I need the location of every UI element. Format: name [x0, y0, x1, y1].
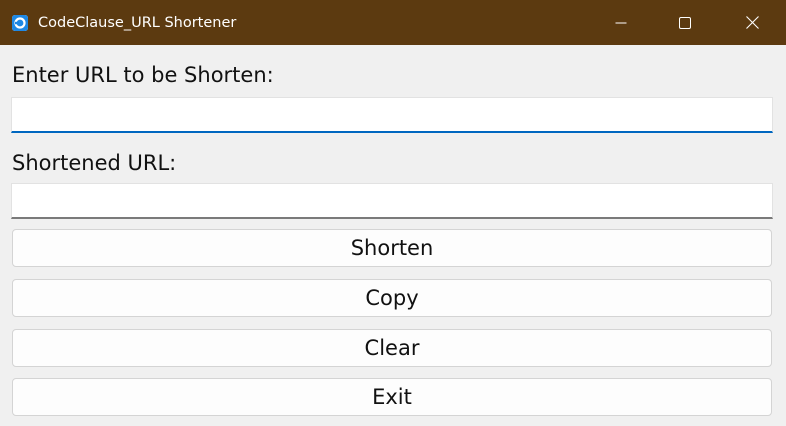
maximize-button[interactable] [662, 0, 708, 45]
clear-button[interactable]: Clear [12, 329, 772, 367]
exit-button[interactable]: Exit [12, 378, 772, 416]
close-icon [745, 16, 759, 29]
app-window: CodeClause_URL Shortener Enter URL to be… [0, 0, 786, 426]
window-title: CodeClause_URL Shortener [38, 15, 237, 31]
maximize-icon [679, 16, 691, 29]
url-input[interactable] [11, 97, 773, 133]
minimize-icon [615, 22, 627, 23]
shortened-url-field[interactable] [11, 183, 773, 219]
shorten-button[interactable]: Shorten [12, 229, 772, 267]
url-input-label: Enter URL to be Shorten: [12, 63, 274, 87]
copy-button[interactable]: Copy [12, 279, 772, 317]
minimize-button[interactable] [598, 0, 644, 45]
app-logo-icon [12, 15, 28, 31]
close-button[interactable] [729, 0, 775, 45]
shortened-url-label: Shortened URL: [12, 151, 177, 175]
title-bar[interactable]: CodeClause_URL Shortener [0, 0, 786, 45]
